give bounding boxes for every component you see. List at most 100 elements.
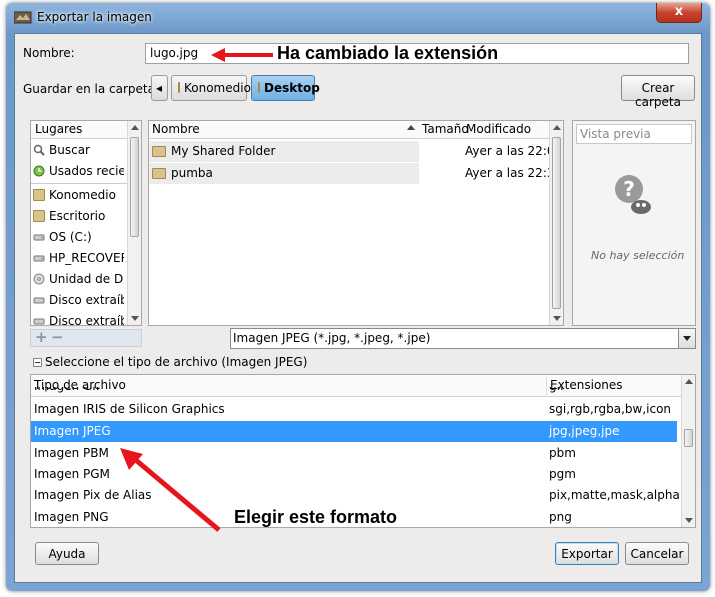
- drive-icon: [33, 318, 45, 325]
- svg-text:?: ?: [623, 177, 635, 201]
- filetype-name: Imagen IRIS de Silicon Graphics: [34, 402, 225, 416]
- folder-icon: [178, 82, 180, 93]
- gimp-app-icon: [14, 11, 32, 24]
- place-item-os-c[interactable]: OS (C:): [31, 227, 124, 248]
- red-arrow-diagonal-icon: [120, 448, 221, 532]
- place-item-removable-1[interactable]: Disco extraíb…: [31, 290, 124, 311]
- place-label: Konomedio: [49, 188, 116, 202]
- cancel-button[interactable]: Cancelar: [625, 542, 689, 565]
- drive-icon: [33, 297, 45, 304]
- folder-icon: [33, 189, 45, 201]
- filetype-name: Imagen JPEG: [34, 424, 111, 438]
- places-scrollbar[interactable]: [127, 121, 141, 325]
- scroll-thumb[interactable]: [130, 137, 139, 237]
- filetype-name: Imagen PNG: [34, 510, 109, 524]
- path-label: Konomedio: [184, 81, 251, 95]
- file-modified: Ayer a las 22:02: [465, 144, 563, 158]
- filter-dropdown-button[interactable]: [678, 329, 695, 348]
- scroll-up-icon[interactable]: [685, 379, 693, 384]
- filetype-row-iris[interactable]: Imagen IRIS de Silicon Graphics sgi,rgb,…: [31, 399, 677, 420]
- scroll-thumb[interactable]: [684, 429, 693, 447]
- place-item-removable-2[interactable]: Disco extraíb…: [31, 311, 124, 326]
- preview-header: Vista previa: [576, 124, 692, 144]
- export-button[interactable]: Exportar: [555, 542, 619, 565]
- drive-icon: [33, 255, 45, 262]
- places-header[interactable]: Lugares: [31, 121, 141, 139]
- path-button-desktop[interactable]: Desktop: [251, 75, 320, 101]
- filetype-ext: pix,matte,mask,alpha,als: [549, 488, 696, 502]
- scroll-down-icon[interactable]: [553, 316, 561, 321]
- folder-icon: [152, 168, 166, 179]
- column-modified[interactable]: Modificado: [463, 121, 534, 139]
- help-button[interactable]: Ayuda: [35, 542, 99, 565]
- places-divider: [31, 183, 129, 184]
- place-label: Disco extraíb…: [49, 293, 124, 307]
- column-name[interactable]: Nombre: [149, 121, 419, 139]
- save-in-label: Guardar en la carpeta:: [23, 82, 159, 96]
- scroll-down-icon[interactable]: [685, 518, 693, 523]
- filetype-ext: jpg,jpeg,jpe: [549, 424, 620, 438]
- filetype-ext: sgi,rgb,rgba,bw,icon: [549, 402, 672, 416]
- create-folder-button[interactable]: Crear carpeta: [621, 75, 695, 109]
- scroll-down-icon[interactable]: [131, 316, 139, 321]
- folder-icon: [258, 82, 260, 93]
- place-label: Usados recie…: [49, 164, 124, 178]
- file-name: pumba: [171, 166, 213, 180]
- export-dialog: Exportar la imagen x Nombre: lugo.jpg Ha…: [6, 3, 710, 591]
- filetype-ext: gif: [549, 387, 564, 393]
- files-scrollbar[interactable]: [549, 121, 563, 325]
- path-button-konomedio[interactable]: Konomedio: [171, 75, 251, 101]
- add-place-button[interactable]: +: [35, 328, 48, 346]
- place-label: Buscar: [49, 143, 90, 157]
- folder-icon: [33, 210, 45, 222]
- places-pane: Lugares Buscar Usados recie… Konomedio E…: [30, 120, 142, 326]
- filetype-row-jpeg[interactable]: Imagen JPEG jpg,jpeg,jpe: [31, 421, 677, 442]
- disc-icon: [33, 273, 45, 285]
- filter-combo[interactable]: Imagen JPEG (*.jpg, *.jpeg, *.jpe): [230, 328, 696, 349]
- window-title: Exportar la imagen: [37, 10, 152, 24]
- scroll-up-icon[interactable]: [131, 125, 139, 130]
- annotation-extension-changed: Ha cambiado la extensión: [277, 43, 499, 63]
- places-toolbar: + −: [30, 328, 142, 347]
- recent-icon: [33, 165, 45, 177]
- search-icon: [33, 144, 45, 156]
- filetype-name: Imagen GIF: [34, 387, 103, 393]
- chevron-down-icon: [683, 336, 691, 341]
- place-label: Escritorio: [49, 209, 106, 223]
- place-item-search[interactable]: Buscar: [31, 140, 124, 161]
- dialog-body: Nombre: lugo.jpg Ha cambiado la extensió…: [14, 33, 702, 583]
- filetype-name: Imagen PGM: [34, 467, 110, 481]
- filetype-row-gif[interactable]: Imagen GIF gif: [31, 387, 677, 399]
- place-item-recent[interactable]: Usados recie…: [31, 161, 124, 182]
- title-bar[interactable]: Exportar la imagen x: [6, 3, 710, 31]
- place-label: Disco extraíb…: [49, 314, 124, 326]
- filetype-ext: pbm: [549, 446, 576, 460]
- filetype-name: Imagen PBM: [34, 446, 109, 460]
- place-label: HP_RECOVER…: [49, 251, 124, 265]
- close-button[interactable]: x: [656, 3, 702, 23]
- filetype-expander-label[interactable]: Seleccione el tipo de archivo (Imagen JP…: [45, 355, 307, 369]
- path-label: Desktop: [264, 81, 320, 95]
- place-label: Unidad de D…: [49, 272, 124, 286]
- path-back-button[interactable]: ◂: [151, 75, 168, 101]
- remove-place-button[interactable]: −: [51, 328, 64, 346]
- folder-icon: [152, 146, 166, 157]
- scroll-thumb[interactable]: [552, 137, 561, 309]
- place-item-escritorio[interactable]: Escritorio: [31, 206, 124, 227]
- name-label: Nombre:: [23, 46, 75, 60]
- red-arrow-left-icon: [211, 48, 273, 62]
- sort-ascending-icon: [407, 125, 415, 130]
- place-item-konomedio[interactable]: Konomedio: [31, 185, 124, 206]
- place-label: OS (C:): [49, 230, 92, 244]
- filetype-ext: pgm: [549, 467, 576, 481]
- drive-icon: [33, 234, 45, 241]
- preview-pane: Vista previa ? No hay selección: [572, 120, 696, 326]
- place-item-hp-recovery[interactable]: HP_RECOVER…: [31, 248, 124, 269]
- scroll-up-icon[interactable]: [553, 125, 561, 130]
- filetype-scrollbar[interactable]: [681, 375, 695, 527]
- file-modified: Ayer a las 22:30: [465, 166, 563, 180]
- filter-value: Imagen JPEG (*.jpg, *.jpeg, *.jpe): [233, 331, 431, 345]
- annotation-choose-format: Elegir este formato: [234, 507, 398, 527]
- place-item-dvd-drive[interactable]: Unidad de D…: [31, 269, 124, 290]
- collapse-toggle-icon[interactable]: [33, 358, 42, 367]
